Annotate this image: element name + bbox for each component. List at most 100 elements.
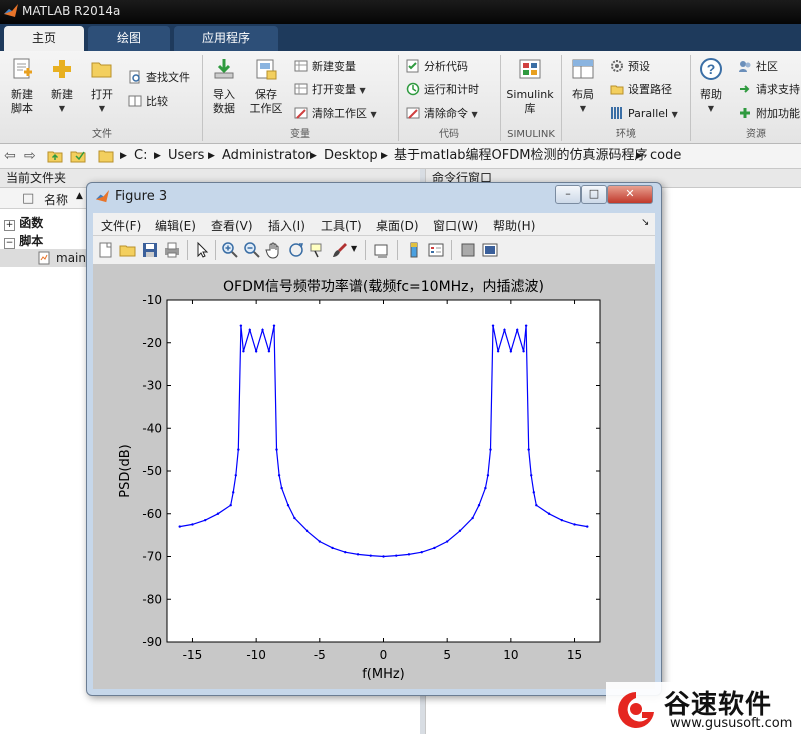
pointer-arrow-icon[interactable] [193,241,211,259]
compare-button[interactable]: 比较 [128,93,168,111]
set-path-button[interactable]: 设置路径 [610,81,672,99]
brush-icon[interactable] [331,241,349,259]
file-main-label: main [56,251,86,265]
add-ons-button[interactable]: 附加功能 [738,105,800,123]
menu-tools[interactable]: 工具(T) [321,217,362,234]
save-workspace-button[interactable]: 保存 工作区 [246,57,286,116]
group-label-resources: 资源 [746,129,766,140]
clear-commands-button[interactable]: 清除命令 ▼ [406,105,478,123]
data-point [242,350,245,353]
list-item[interactable]: + 函数 [4,214,43,231]
rotate-3d-icon[interactable] [287,241,305,259]
folder-open-icon [91,62,112,78]
open-file-icon[interactable] [119,241,137,259]
forward-arrow-icon[interactable]: ⇨ [24,144,36,168]
data-point [293,516,296,520]
data-point [420,551,423,554]
watermark: 谷速软件 www.gususoft.com [606,682,801,734]
save-icon[interactable] [141,241,159,259]
data-point [239,324,243,327]
data-point [535,504,538,507]
clear-commands-dropdown-icon: ▼ [471,110,478,119]
path-separator-icon: ▶ [154,151,161,161]
request-support-icon [740,85,750,93]
data-point [433,546,436,550]
minimize-button[interactable]: – [555,185,581,204]
figure-title: Figure 3 [115,189,168,204]
new-variable-button[interactable]: 新建变量 [294,58,356,76]
run-and-time-icon [406,82,420,96]
path-segment[interactable]: Users [168,144,204,168]
path-segment[interactable]: code [650,144,681,168]
new-label: 新建 [51,88,73,101]
tab-plots[interactable]: 绘图 [88,26,170,51]
data-point [586,525,589,528]
help-button[interactable]: ? 帮助 ▼ [694,57,728,116]
compare-label: 比较 [146,95,168,108]
path-separator-icon: ▶ [120,151,127,161]
data-point [280,486,283,490]
new-script-button[interactable]: 新建 脚本 [4,57,40,116]
run-and-time-button[interactable]: 运行和计时 [406,81,479,99]
open-button[interactable]: 打开 ▼ [84,57,120,116]
preferences-button[interactable]: 预设 [610,58,650,76]
menu-file[interactable]: 文件(F) [101,217,141,234]
analyze-code-button[interactable]: 分析代码 [406,58,468,76]
dock-arrow-icon[interactable]: ↘ [641,217,649,228]
pan-hand-icon[interactable] [265,241,283,259]
data-point [516,328,519,332]
menu-edit[interactable]: 编辑(E) [155,217,196,234]
parallel-button[interactable]: Parallel ▼ [610,105,678,123]
y-tick-label: -10 [142,293,162,307]
y-tick-label: -20 [142,336,162,350]
layout-button[interactable]: 布局 ▼ [566,57,600,116]
data-point [522,350,525,353]
path-segment[interactable]: Desktop [324,144,378,168]
up-folder-icon[interactable] [47,148,63,164]
import-data-button[interactable]: 导入 数据 [206,57,242,116]
path-segment[interactable]: 基于matlab编程OFDM检测的仿真源码程序 [394,144,648,168]
figure-toolbar: ▼ [93,236,655,265]
menu-desktop[interactable]: 桌面(D) [376,217,419,234]
list-item[interactable]: − 脚本 [4,232,43,249]
colorbar-icon[interactable] [405,241,423,259]
zoom-out-icon[interactable] [243,241,261,259]
new-figure-icon[interactable] [97,241,115,259]
request-support-button[interactable]: 请求支持 [738,81,800,99]
menu-insert[interactable]: 插入(I) [268,217,305,234]
collapse-icon[interactable]: − [4,238,15,249]
simulink-library-button[interactable]: Simulink 库 [504,57,556,116]
new-button[interactable]: 新建 ▼ [44,57,80,116]
browse-folder-icon[interactable] [70,148,86,164]
zoom-in-icon[interactable] [221,241,239,259]
path-segment[interactable]: Administrator [222,144,311,168]
open-variable-button[interactable]: 打开变量 ▼ [294,81,366,99]
maximize-button[interactable]: □ [581,185,607,204]
hide-plot-tools-icon[interactable] [459,241,477,259]
x-tick-label: 5 [443,648,451,662]
menu-window[interactable]: 窗口(W) [433,217,478,234]
legend-icon[interactable] [427,241,445,259]
link-plot-icon[interactable] [373,241,391,259]
brush-dropdown-icon[interactable]: ▼ [351,244,357,253]
ribbon: 新建 脚本 新建 ▼ 打开 ▼ 查找文件 比较 文件 导入 数据 保存 工作区 … [0,51,801,144]
expand-icon[interactable]: + [4,220,15,231]
find-files-button[interactable]: 查找文件 [128,69,190,87]
psd-chart[interactable]: OFDM信号频带功率谱(载频fc=10MHz，内插滤波) f(MHz) PSD(… [93,265,655,689]
community-button[interactable]: 社区 [738,58,778,76]
data-cursor-icon[interactable] [309,241,327,259]
tab-home[interactable]: 主页 [4,26,84,51]
print-icon[interactable] [163,241,181,259]
close-button[interactable]: ✕ [607,185,653,204]
column-name-header[interactable]: 名称 [44,191,68,208]
back-arrow-icon[interactable]: ⇦ [4,144,16,168]
data-point [527,448,530,451]
menu-help[interactable]: 帮助(H) [493,217,535,234]
menu-view[interactable]: 查看(V) [211,217,253,234]
app-title: MATLAB R2014a [22,4,121,18]
clear-workspace-button[interactable]: 清除工作区 ▼ [294,105,377,123]
show-plot-tools-icon[interactable] [481,241,499,259]
parallel-label: Parallel [628,107,669,120]
tab-apps[interactable]: 应用程序 [174,26,278,51]
path-segment[interactable]: C: [134,144,147,168]
